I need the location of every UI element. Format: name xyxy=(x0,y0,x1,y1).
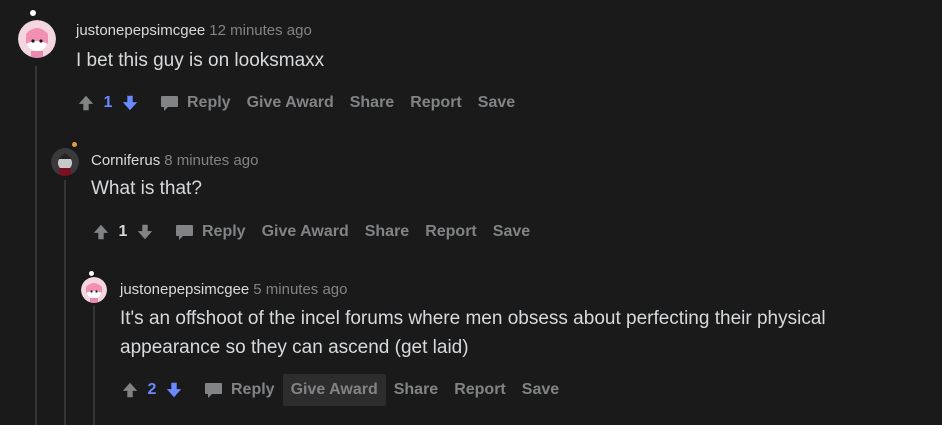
save-button[interactable]: Save xyxy=(514,374,567,406)
save-button[interactable]: Save xyxy=(470,87,523,119)
username[interactable]: Corniferus xyxy=(91,152,160,169)
comment-meta: justonepepsimcgee 12 minutes ago xyxy=(76,22,312,40)
comment-actions: 1 Reply Give Award Share Report Save xyxy=(76,89,523,117)
arrow-up-icon[interactable] xyxy=(76,93,96,113)
give-award-button[interactable]: Give Award xyxy=(239,87,342,119)
arrow-down-icon[interactable] xyxy=(164,380,184,400)
avatar[interactable] xyxy=(51,148,79,176)
share-button[interactable]: Share xyxy=(357,216,417,248)
arrow-down-icon[interactable] xyxy=(120,93,140,113)
comment-body: What is that? xyxy=(91,178,202,199)
comment-actions: 2 Reply Give Award Share Report Save xyxy=(120,374,567,406)
thread-line-level-1[interactable] xyxy=(35,66,37,425)
report-button[interactable]: Report xyxy=(446,374,514,406)
arrow-up-icon[interactable] xyxy=(91,222,111,242)
report-button[interactable]: Report xyxy=(417,216,485,248)
reply-label: Reply xyxy=(187,94,231,111)
arrow-up-icon[interactable] xyxy=(120,380,140,400)
reply-button[interactable]: Reply xyxy=(152,87,239,119)
avatar[interactable] xyxy=(18,20,56,58)
username[interactable]: justonepepsimcgee xyxy=(76,22,205,39)
reply-label: Reply xyxy=(202,223,246,240)
give-award-button[interactable]: Give Award xyxy=(282,374,386,406)
thread-line-level-2[interactable] xyxy=(64,180,66,425)
speech-bubble-icon xyxy=(160,95,179,112)
save-button[interactable]: Save xyxy=(485,216,538,248)
report-button[interactable]: Report xyxy=(402,87,470,119)
reply-label: Reply xyxy=(231,381,275,398)
share-button[interactable]: Share xyxy=(342,87,402,119)
give-award-button[interactable]: Give Award xyxy=(254,216,357,248)
speech-bubble-icon xyxy=(175,224,194,241)
share-button[interactable]: Share xyxy=(386,374,446,406)
vote-count: 1 xyxy=(103,94,113,111)
comment-meta: Corniferus 8 minutes ago xyxy=(91,152,258,170)
comment-body-line-1: It's an offshoot of the incel forums whe… xyxy=(120,308,826,329)
avatar[interactable] xyxy=(81,277,107,303)
username[interactable]: justonepepsimcgee xyxy=(120,281,249,298)
arrow-down-icon[interactable] xyxy=(135,222,155,242)
avatar-antenna-icon xyxy=(72,142,77,147)
vote-count: 1 xyxy=(118,223,128,240)
timestamp[interactable]: 5 minutes ago xyxy=(253,281,347,298)
comment-thread: justonepepsimcgee 12 minutes ago I bet th… xyxy=(0,0,942,425)
timestamp[interactable]: 12 minutes ago xyxy=(209,22,312,39)
comment-body-line-2: appearance so they can ascend (get laid) xyxy=(120,337,469,358)
avatar-antenna-icon xyxy=(89,271,94,276)
timestamp[interactable]: 8 minutes ago xyxy=(164,152,258,169)
thread-line-level-3[interactable] xyxy=(93,306,95,425)
reply-button[interactable]: Reply xyxy=(196,374,283,406)
vote-count: 2 xyxy=(147,381,157,398)
reply-button[interactable]: Reply xyxy=(167,216,254,248)
avatar-antenna-icon xyxy=(30,10,36,16)
comment-body: I bet this guy is on looksmaxx xyxy=(76,50,325,71)
comment-actions: 1 Reply Give Award Share Report Save xyxy=(91,218,538,246)
comment-meta: justonepepsimcgee 5 minutes ago xyxy=(120,281,348,299)
speech-bubble-icon xyxy=(204,382,223,399)
